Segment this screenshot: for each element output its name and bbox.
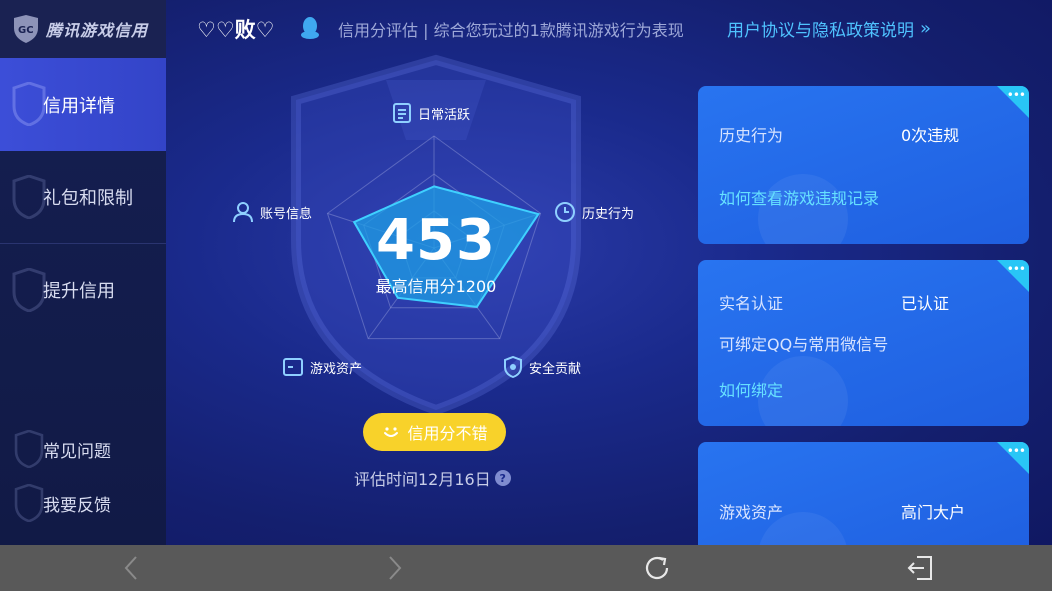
card-description: 可绑定QQ与常用微信号 (719, 335, 889, 354)
bottom-nav-bar (0, 545, 1052, 591)
card-history-behavior: ••• 历史行为 0次违规 如何查看游戏违规记录 (698, 86, 1029, 244)
card-value: 高门大户 (901, 503, 966, 522)
more-dots-icon[interactable]: ••• (1007, 88, 1026, 102)
card-real-name: ••• 实名认证 已认证 可绑定QQ与常用微信号 如何绑定 (698, 260, 1029, 426)
axis-label-text: 账号信息 (260, 206, 313, 222)
card-game-assets: ••• 游戏资产 高门大户 (698, 442, 1029, 545)
player-nickname: ♡♡败♡ (197, 18, 275, 42)
forward-icon[interactable] (379, 553, 409, 583)
wallet-icon (283, 358, 303, 376)
axis-history: 历史行为 (554, 201, 634, 223)
credit-score: 453 (376, 208, 496, 273)
axis-security: 安全贡献 (503, 356, 581, 378)
shield-icon (14, 430, 44, 468)
page-subtitle: 信用分评估 | 综合您玩过的1款腾讯游戏行为表现 (338, 21, 684, 40)
qq-penguin-icon (301, 17, 319, 39)
back-icon[interactable] (117, 553, 147, 583)
axis-game-assets: 游戏资产 (282, 357, 362, 377)
header: ♡♡败♡ 信用分评估 | 综合您玩过的1款腾讯游戏行为表现 用户协议与隐私政策说… (166, 0, 1052, 56)
shield-small-icon (504, 356, 522, 378)
shield-icon (12, 82, 46, 126)
logo-shield-icon: GC (14, 15, 38, 43)
document-icon (393, 103, 411, 123)
shield-icon (12, 268, 46, 312)
credit-status-label: 信用分不错 (407, 424, 488, 443)
sidebar-item-gifts-limits[interactable]: 礼包和限制 (0, 151, 166, 243)
axis-daily-activity: 日常活跃 (392, 102, 470, 124)
help-icon[interactable]: ? (494, 470, 511, 486)
card-value: 已认证 (901, 294, 950, 313)
sidebar-item-feedback[interactable]: 我要反馈 (0, 478, 166, 528)
sidebar-item-label: 常见问题 (43, 441, 111, 462)
more-dots-icon[interactable]: ••• (1007, 444, 1026, 458)
refresh-icon[interactable] (642, 553, 672, 583)
sidebar-item-improve-credit[interactable]: 提升信用 (0, 244, 166, 336)
user-icon (233, 202, 253, 223)
more-dots-icon[interactable]: ••• (1007, 262, 1026, 276)
smile-icon (384, 427, 399, 437)
sidebar-item-label: 信用详情 (43, 95, 115, 117)
card-value: 0次违规 (901, 126, 960, 145)
card-key: 历史行为 (719, 126, 784, 145)
card-link[interactable]: 如何绑定 (719, 377, 783, 401)
app-logo: GC 腾讯游戏信用 (0, 0, 166, 58)
sidebar-item-credit-details[interactable]: 信用详情 (0, 58, 166, 151)
sidebar-item-label: 礼包和限制 (43, 188, 133, 209)
credit-status-button[interactable]: 信用分不错 (363, 413, 506, 451)
max-score-label: 最高信用分1200 (375, 277, 497, 296)
axis-label-text: 安全贡献 (529, 361, 582, 377)
axis-label-text: 历史行为 (582, 206, 635, 222)
sidebar: GC 腾讯游戏信用 信用详情 礼包和限制 提升信用 常见问题 我要反馈 (0, 0, 166, 545)
card-link[interactable]: 如何查看游戏违规记录 (719, 185, 879, 209)
card-key: 游戏资产 (719, 503, 784, 522)
sidebar-item-label: 提升信用 (43, 281, 115, 302)
policy-link-label: 用户协议与隐私政策说明 (727, 21, 914, 41)
evaluation-time: 评估时间12月16日 ? (354, 466, 511, 490)
axis-label-text: 日常活跃 (418, 107, 471, 123)
card-key: 实名认证 (719, 294, 784, 313)
sidebar-item-label: 我要反馈 (43, 495, 111, 516)
logo-text: 腾讯游戏信用 (46, 21, 149, 40)
shield-icon (12, 175, 46, 219)
exit-icon[interactable] (905, 553, 935, 583)
main-panel: ♡♡败♡ 信用分评估 | 综合您玩过的1款腾讯游戏行为表现 用户协议与隐私政策说… (166, 0, 1052, 545)
axis-label-text: 游戏资产 (310, 361, 363, 377)
policy-link[interactable]: 用户协议与隐私政策说明 » (727, 16, 931, 41)
clock-icon (555, 202, 575, 222)
axis-account-info: 账号信息 (232, 201, 312, 223)
shield-icon (14, 484, 44, 522)
sidebar-item-faq[interactable]: 常见问题 (0, 424, 166, 474)
evaluation-time-text: 评估时间12月16日 (354, 470, 491, 489)
double-chevron-right-icon: » (920, 18, 932, 39)
svg-text:GC: GC (18, 25, 34, 36)
